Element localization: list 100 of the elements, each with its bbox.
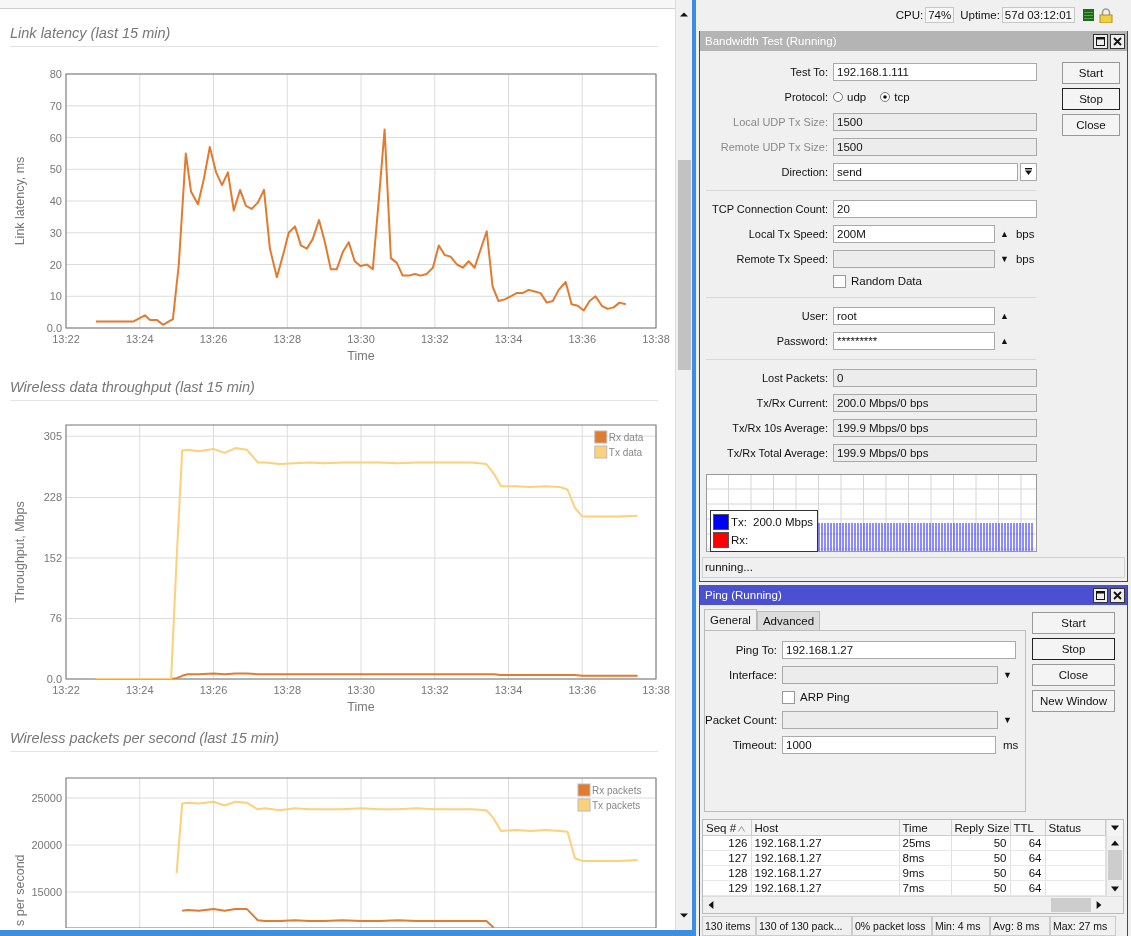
column-header[interactable]: Time — [899, 820, 951, 836]
axis-tick-label: 0.0 — [46, 673, 62, 685]
section-heading: Wireless packets per second (last 15 min) — [10, 729, 281, 747]
radio-label: tcp — [894, 90, 910, 103]
scrollbar-thumb[interactable] — [1107, 850, 1122, 880]
scroll-up-icon[interactable] — [680, 12, 688, 17]
axis-tick-label: 13:38 — [642, 333, 670, 345]
scroll-left-icon[interactable] — [708, 901, 714, 909]
axis-tick-label: 13:38 — [642, 684, 670, 696]
field-label: Tx/Rx Current: — [755, 396, 829, 409]
column-header[interactable]: Status — [1045, 820, 1105, 836]
field-label: User: — [800, 309, 829, 322]
cpu-value: 74% — [925, 7, 955, 23]
maximize-button[interactable] — [1093, 587, 1108, 603]
table-cell: 64 — [1010, 865, 1045, 881]
arrow-button[interactable]: ▲ — [1000, 335, 1009, 346]
table-cell: 50 — [951, 850, 1010, 866]
table-cell: 64 — [1010, 880, 1045, 896]
window-button[interactable]: Start — [1062, 62, 1120, 84]
arrow-button[interactable]: ▼ — [1003, 714, 1012, 725]
arrow-button[interactable]: ▼ — [1000, 253, 1009, 264]
axis-tick-label: 25000 — [31, 792, 62, 804]
axis-tick-label: 305 — [43, 430, 62, 443]
window-button[interactable]: New Window — [1032, 690, 1115, 712]
scroll-up-icon[interactable] — [1110, 840, 1119, 846]
input-field[interactable]: 192.168.1.111 — [833, 62, 1037, 81]
close-button[interactable] — [1110, 587, 1125, 603]
checkbox[interactable] — [782, 690, 795, 704]
input-field[interactable]: root — [833, 306, 995, 325]
status-text: 130 of 130 pack... — [756, 916, 852, 936]
axis-tick-label: 228 — [43, 491, 62, 504]
input-field[interactable]: ********* — [833, 331, 995, 350]
scrollbar-thumb[interactable] — [1051, 898, 1091, 912]
axis-tick-label: 13:30 — [347, 684, 375, 696]
table-cell: 50 — [951, 880, 1010, 896]
input-field[interactable]: 192.168.1.27 — [782, 640, 1016, 659]
unit-label: ms — [1003, 738, 1019, 751]
table-cell: 8ms — [899, 850, 951, 866]
dropdown-button[interactable] — [1020, 162, 1037, 181]
input-field[interactable]: 1000 — [782, 735, 996, 754]
window-title: Bandwidth Test (Running) — [705, 35, 838, 47]
arrow-button[interactable]: ▲ — [1000, 310, 1009, 321]
column-header[interactable]: Host — [751, 820, 899, 836]
axis-tick-label: 40 — [49, 195, 62, 207]
input-field[interactable]: 200M — [833, 224, 995, 243]
tab[interactable]: Advanced — [756, 611, 821, 630]
column-menu-icon[interactable] — [1110, 825, 1119, 831]
legend-label: Rx: — [731, 534, 749, 546]
table-cell: 126 — [703, 835, 751, 851]
field-label: TCP Connection Count: — [711, 202, 829, 215]
axis-tick-label: 10 — [49, 290, 62, 303]
scroll-down-icon[interactable] — [680, 913, 688, 918]
hardware-icon — [1083, 9, 1094, 21]
input-field[interactable]: 20 — [833, 199, 1037, 218]
table-cell: 192.168.1.27 — [751, 865, 899, 881]
legend-label: Rx packets — [592, 785, 642, 796]
tab[interactable]: General — [704, 609, 757, 630]
column-header[interactable]: Reply Size — [951, 820, 1010, 836]
arrow-button[interactable]: ▼ — [1003, 669, 1012, 680]
scrollbar[interactable] — [675, 0, 692, 930]
legend-label: Tx: — [731, 516, 747, 528]
checkbox-label: Random Data — [851, 275, 922, 287]
input-field[interactable]: send — [833, 162, 1018, 181]
scroll-right-icon[interactable] — [1096, 901, 1102, 909]
table-cell: 127 — [703, 850, 751, 866]
scroll-down-icon[interactable] — [1110, 886, 1119, 892]
field-label: Local Tx Speed: — [747, 227, 829, 240]
value-field: 199.9 Mbps/0 bps — [833, 418, 1037, 437]
status-text: 0% packet loss — [852, 916, 932, 936]
window-button[interactable]: Close — [1032, 664, 1115, 686]
axis-tick-label: 60 — [49, 131, 62, 144]
window-button[interactable]: Close — [1062, 114, 1120, 136]
value-field: 200.0 Mbps/0 bps — [833, 393, 1037, 412]
status-text: Max: 27 ms — [1050, 916, 1116, 936]
column-header[interactable]: Seq # — [703, 820, 751, 836]
axis-tick-label: 152 — [43, 551, 62, 564]
uptime-value: 57d 03:12:01 — [1001, 7, 1075, 23]
radio-label: udp — [847, 90, 867, 103]
section-heading: Link latency (last 15 min) — [10, 24, 172, 42]
axis-tick-label: 13:34 — [494, 684, 523, 696]
scrollbar-thumb[interactable] — [677, 160, 691, 370]
axis-tick-label: 13:28 — [273, 333, 301, 345]
column-header[interactable]: TTL — [1010, 820, 1045, 836]
radio-button[interactable] — [833, 91, 843, 102]
axis-tick-label: 50 — [49, 163, 62, 176]
checkbox[interactable] — [833, 274, 846, 288]
axis-tick-label: 13:32 — [421, 333, 449, 345]
value-field: 1500 — [833, 112, 1037, 131]
window-button[interactable]: Start — [1032, 612, 1115, 634]
legend-label: Tx packets — [592, 800, 641, 811]
unit-label: bps — [1015, 252, 1035, 265]
window-button[interactable]: Stop — [1032, 638, 1115, 660]
table-cell: 192.168.1.27 — [751, 850, 899, 866]
window-button[interactable]: Stop — [1062, 88, 1120, 110]
radio-button[interactable] — [880, 91, 891, 102]
axis-tick-label: 13:32 — [421, 684, 449, 696]
arrow-button[interactable]: ▲ — [1000, 228, 1009, 239]
axis-tick-label: 80 — [49, 68, 62, 80]
axis-tick-label: 13:26 — [199, 684, 228, 696]
axis-tick-label: 13:24 — [126, 684, 154, 696]
